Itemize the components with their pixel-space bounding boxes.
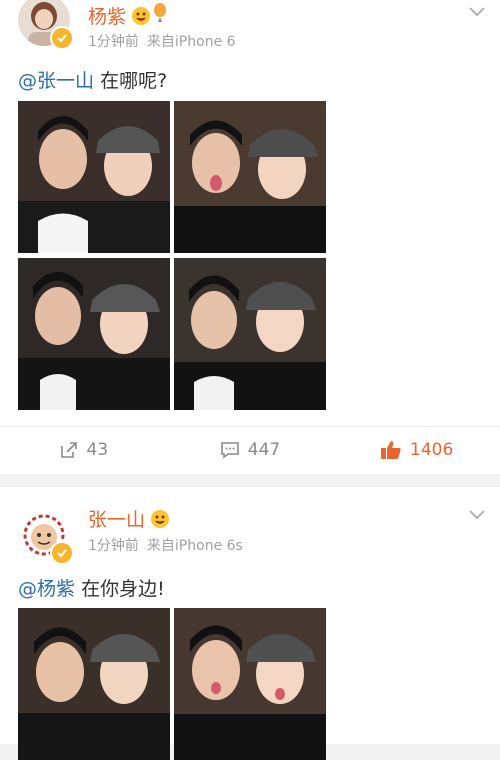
username[interactable]: 杨紫 bbox=[88, 2, 167, 29]
post-text: @杨紫 在你身边! bbox=[18, 574, 165, 601]
weibo-post-2: 张一山 1分钟前 来自iPhone 6s @杨紫 在你身边! bbox=[0, 487, 500, 760]
post-photo-2[interactable] bbox=[174, 101, 326, 253]
post-photo-1[interactable] bbox=[18, 101, 170, 253]
post-source: 来自iPhone 6 bbox=[146, 34, 236, 50]
repost-count: 43 bbox=[86, 440, 109, 460]
repost-icon bbox=[60, 442, 77, 458]
post-time: 1分钟前 bbox=[88, 538, 139, 554]
post-photo-3[interactable] bbox=[18, 258, 170, 410]
post-body: 在你身边! bbox=[81, 578, 165, 600]
post-source: 来自iPhone 6s bbox=[146, 538, 243, 554]
emoji-icon bbox=[151, 509, 170, 528]
chevron-down-icon[interactable] bbox=[468, 509, 486, 521]
mention-link[interactable]: @杨紫 bbox=[18, 578, 75, 600]
post-action-bar: 43 447 1406 bbox=[0, 426, 500, 473]
verified-icon bbox=[50, 541, 74, 565]
username[interactable]: 张一山 bbox=[88, 505, 170, 532]
repost-button[interactable]: 43 bbox=[0, 427, 167, 473]
like-button[interactable]: 1406 bbox=[333, 427, 500, 473]
post-photo-2[interactable] bbox=[174, 608, 326, 760]
comment-icon bbox=[220, 442, 239, 459]
mention-link[interactable]: @张一山 bbox=[18, 70, 94, 92]
post-meta: 1分钟前 来自iPhone 6s bbox=[88, 535, 243, 555]
verified-icon bbox=[50, 26, 74, 50]
post-time: 1分钟前 bbox=[88, 34, 139, 50]
emoji-icon bbox=[132, 6, 151, 25]
comment-count: 447 bbox=[247, 440, 281, 460]
username-text: 张一山 bbox=[88, 509, 146, 531]
post-text: @张一山 在哪呢? bbox=[18, 66, 167, 93]
chevron-down-icon[interactable] bbox=[468, 6, 486, 18]
post-photo-1[interactable] bbox=[18, 608, 170, 760]
avatar-zhangyishan[interactable] bbox=[18, 509, 74, 565]
username-text: 杨紫 bbox=[88, 6, 127, 28]
post-meta: 1分钟前 来自iPhone 6 bbox=[88, 31, 236, 51]
like-count: 1406 bbox=[410, 440, 454, 460]
like-icon bbox=[381, 441, 401, 459]
weibo-post-1: 杨紫 1分钟前 来自iPhone 6 @张一山 在哪呢? 43 447 1406 bbox=[0, 0, 500, 474]
post-photo-4[interactable] bbox=[174, 258, 326, 410]
balloon-icon bbox=[153, 3, 167, 28]
post-body: 在哪呢? bbox=[100, 70, 168, 92]
comment-button[interactable]: 447 bbox=[167, 427, 334, 473]
avatar-yangzi[interactable] bbox=[18, 0, 74, 50]
